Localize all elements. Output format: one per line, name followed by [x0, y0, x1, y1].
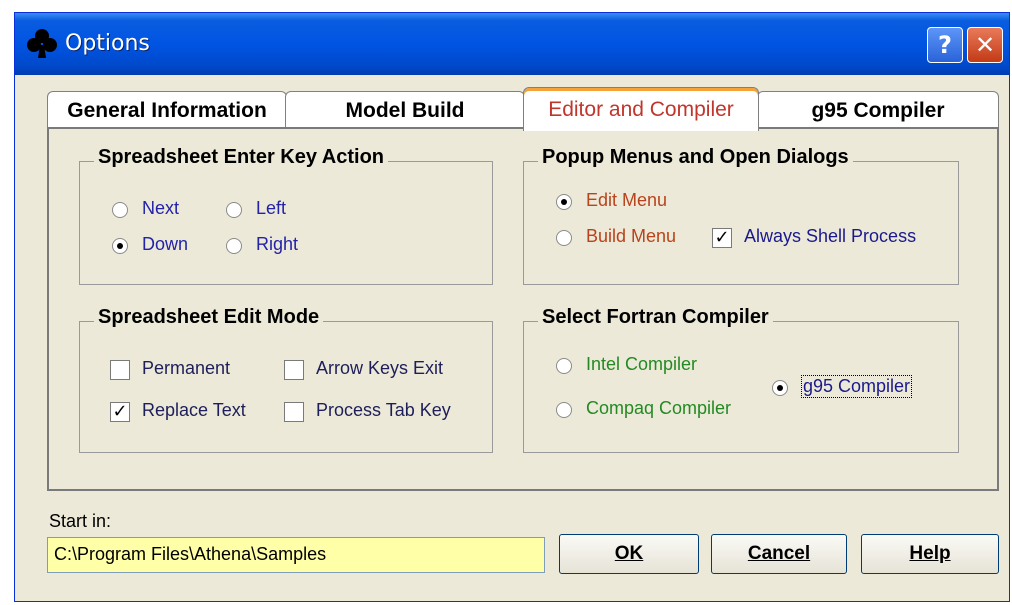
close-button[interactable]: ✕	[967, 27, 1003, 63]
radio-edit-menu[interactable]	[556, 194, 572, 210]
radio-g95-compiler[interactable]	[772, 380, 788, 396]
ok-button-label: OK	[614, 543, 644, 564]
label-always-shell-process[interactable]: Always Shell Process	[744, 226, 916, 247]
label-g95-compiler[interactable]: g95 Compiler	[800, 375, 913, 398]
close-icon: ✕	[974, 31, 996, 59]
label-compaq-compiler[interactable]: Compaq Compiler	[586, 398, 731, 419]
radio-down[interactable]	[112, 238, 128, 254]
label-left[interactable]: Left	[256, 198, 286, 219]
checkbox-process-tab-key[interactable]	[284, 402, 304, 422]
radio-left[interactable]	[226, 202, 242, 218]
edit-mode-group: Spreadsheet Edit Mode Permanent Arrow Ke…	[79, 306, 493, 453]
radio-build-menu[interactable]	[556, 230, 572, 246]
group-title: Spreadsheet Edit Mode	[94, 306, 324, 329]
club-icon	[27, 29, 57, 58]
tab-editor-and-compiler[interactable]: Editor and Compiler	[523, 87, 759, 131]
label-replace-text[interactable]: Replace Text	[142, 400, 246, 421]
tab-general-information[interactable]: General Information	[47, 91, 287, 129]
radio-compaq-compiler[interactable]	[556, 402, 572, 418]
radio-next[interactable]	[112, 202, 128, 218]
group-title: Popup Menus and Open Dialogs	[538, 146, 853, 169]
checkbox-replace-text[interactable]: ✓	[110, 402, 130, 422]
help-titlebar-button[interactable]: ?	[927, 27, 963, 63]
label-right[interactable]: Right	[256, 234, 298, 255]
cancel-button[interactable]: Cancel	[711, 534, 847, 574]
options-dialog: Options ? ✕ General Information Model Bu…	[14, 12, 1010, 602]
label-edit-menu[interactable]: Edit Menu	[586, 190, 667, 211]
tab-g95-compiler[interactable]: g95 Compiler	[757, 91, 999, 129]
group-title: Spreadsheet Enter Key Action	[94, 146, 389, 169]
question-icon: ?	[938, 31, 952, 59]
start-in-field[interactable]: C:\Program Files\Athena\Samples	[47, 537, 545, 573]
radio-intel-compiler[interactable]	[556, 358, 572, 374]
label-intel-compiler[interactable]: Intel Compiler	[586, 354, 697, 375]
checkbox-arrow-keys-exit[interactable]	[284, 360, 304, 380]
label-arrow-keys-exit[interactable]: Arrow Keys Exit	[316, 358, 443, 379]
radio-right[interactable]	[226, 238, 242, 254]
label-down[interactable]: Down	[142, 234, 188, 255]
window-title: Options	[65, 31, 150, 56]
help-button[interactable]: Help	[861, 534, 999, 574]
cancel-button-label: Cancel	[747, 543, 811, 564]
label-process-tab-key[interactable]: Process Tab Key	[316, 400, 451, 421]
tab-panel: Spreadsheet Enter Key Action Next Left D…	[47, 127, 999, 491]
checkbox-always-shell-process[interactable]: ✓	[712, 228, 732, 248]
group-title: Select Fortran Compiler	[538, 306, 773, 329]
enter-key-action-group: Spreadsheet Enter Key Action Next Left D…	[79, 146, 493, 285]
tab-model-build[interactable]: Model Build	[285, 91, 525, 129]
popup-menus-group: Popup Menus and Open Dialogs Edit Menu B…	[523, 146, 959, 285]
ok-button[interactable]: OK	[559, 534, 699, 574]
help-button-label: Help	[909, 543, 951, 564]
start-in-label: Start in:	[49, 511, 112, 531]
label-permanent[interactable]: Permanent	[142, 358, 230, 379]
title-bar[interactable]: Options ? ✕	[15, 13, 1009, 75]
checkbox-permanent[interactable]	[110, 360, 130, 380]
label-next[interactable]: Next	[142, 198, 179, 219]
label-build-menu[interactable]: Build Menu	[586, 226, 676, 247]
fortran-compiler-group: Select Fortran Compiler Intel Compiler C…	[523, 306, 959, 453]
